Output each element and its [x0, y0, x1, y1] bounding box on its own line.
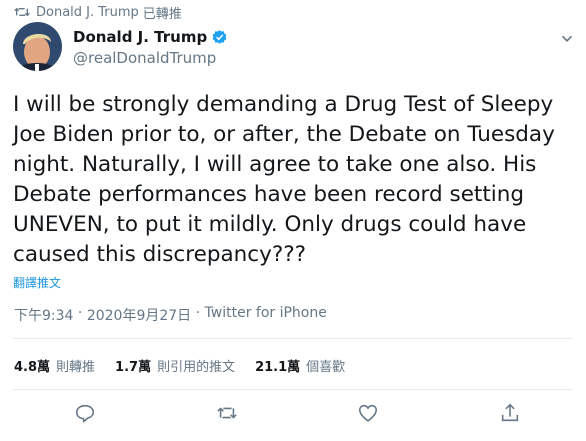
stat-value: 1.7萬	[115, 360, 152, 375]
translate-tweet-link[interactable]: 翻譯推文	[13, 274, 61, 291]
tweet-source[interactable]: Twitter for iPhone	[205, 305, 327, 325]
meta-separator: ·	[73, 305, 87, 321]
stat-value: 21.1萬	[255, 360, 301, 375]
tweet-date[interactable]: 2020年9月27日	[87, 305, 191, 325]
user-name[interactable]: Donald J. Trump	[73, 28, 228, 46]
quote-count[interactable]: 1.7萬 則引用的推文	[115, 356, 235, 375]
divider	[13, 338, 573, 339]
retweet-header: Donald J. Trump 已轉推	[14, 3, 182, 22]
retweet-icon	[14, 7, 30, 17]
stat-label: 則引用的推文	[157, 360, 236, 375]
share-icon[interactable]	[499, 402, 521, 424]
tweet-metadata: 下午9:34 · 2020年9月27日 · Twitter for iPhone	[14, 305, 327, 325]
stat-label: 個喜歡	[306, 360, 346, 375]
like-count[interactable]: 21.1萬 個喜歡	[255, 356, 345, 375]
stat-label: 則轉推	[56, 360, 96, 375]
user-handle[interactable]: @realDonaldTrump	[73, 49, 216, 67]
avatar[interactable]	[13, 22, 62, 71]
divider	[13, 389, 573, 390]
retweet-suffix: 已轉推	[142, 6, 182, 22]
tweet-actions	[0, 402, 586, 426]
reply-icon[interactable]	[74, 402, 96, 424]
user-name-text[interactable]: Donald J. Trump	[73, 28, 207, 46]
like-icon[interactable]	[357, 402, 379, 424]
tweet-text: I will be strongly demanding a Drug Test…	[13, 92, 555, 267]
retweet-author[interactable]: Donald J. Trump	[36, 5, 139, 20]
retweet-count[interactable]: 4.8萬 則轉推	[14, 356, 95, 375]
chevron-down-icon[interactable]	[558, 30, 576, 48]
meta-separator: ·	[191, 305, 205, 321]
tweet-stats: 4.8萬 則轉推 1.7萬 則引用的推文 21.1萬 個喜歡	[14, 356, 365, 375]
verified-badge-icon	[212, 29, 227, 44]
retweet-icon[interactable]	[216, 402, 238, 424]
stat-value: 4.8萬	[14, 360, 51, 375]
tweet-time[interactable]: 下午9:34	[14, 305, 73, 325]
